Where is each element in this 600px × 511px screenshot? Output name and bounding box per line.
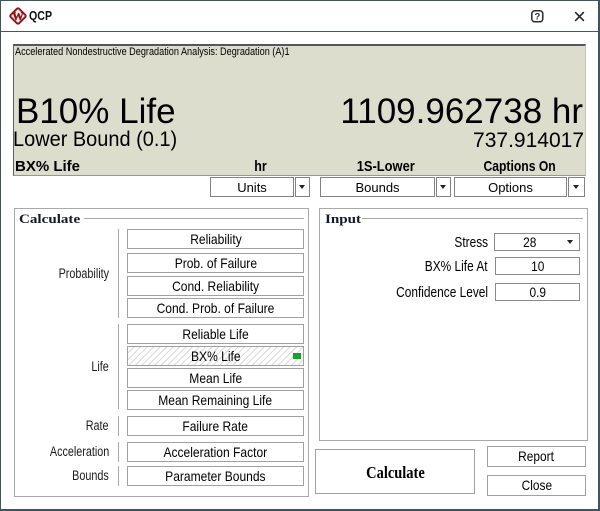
svg-text:W: W bbox=[12, 11, 24, 23]
svg-text:?: ? bbox=[534, 11, 540, 22]
